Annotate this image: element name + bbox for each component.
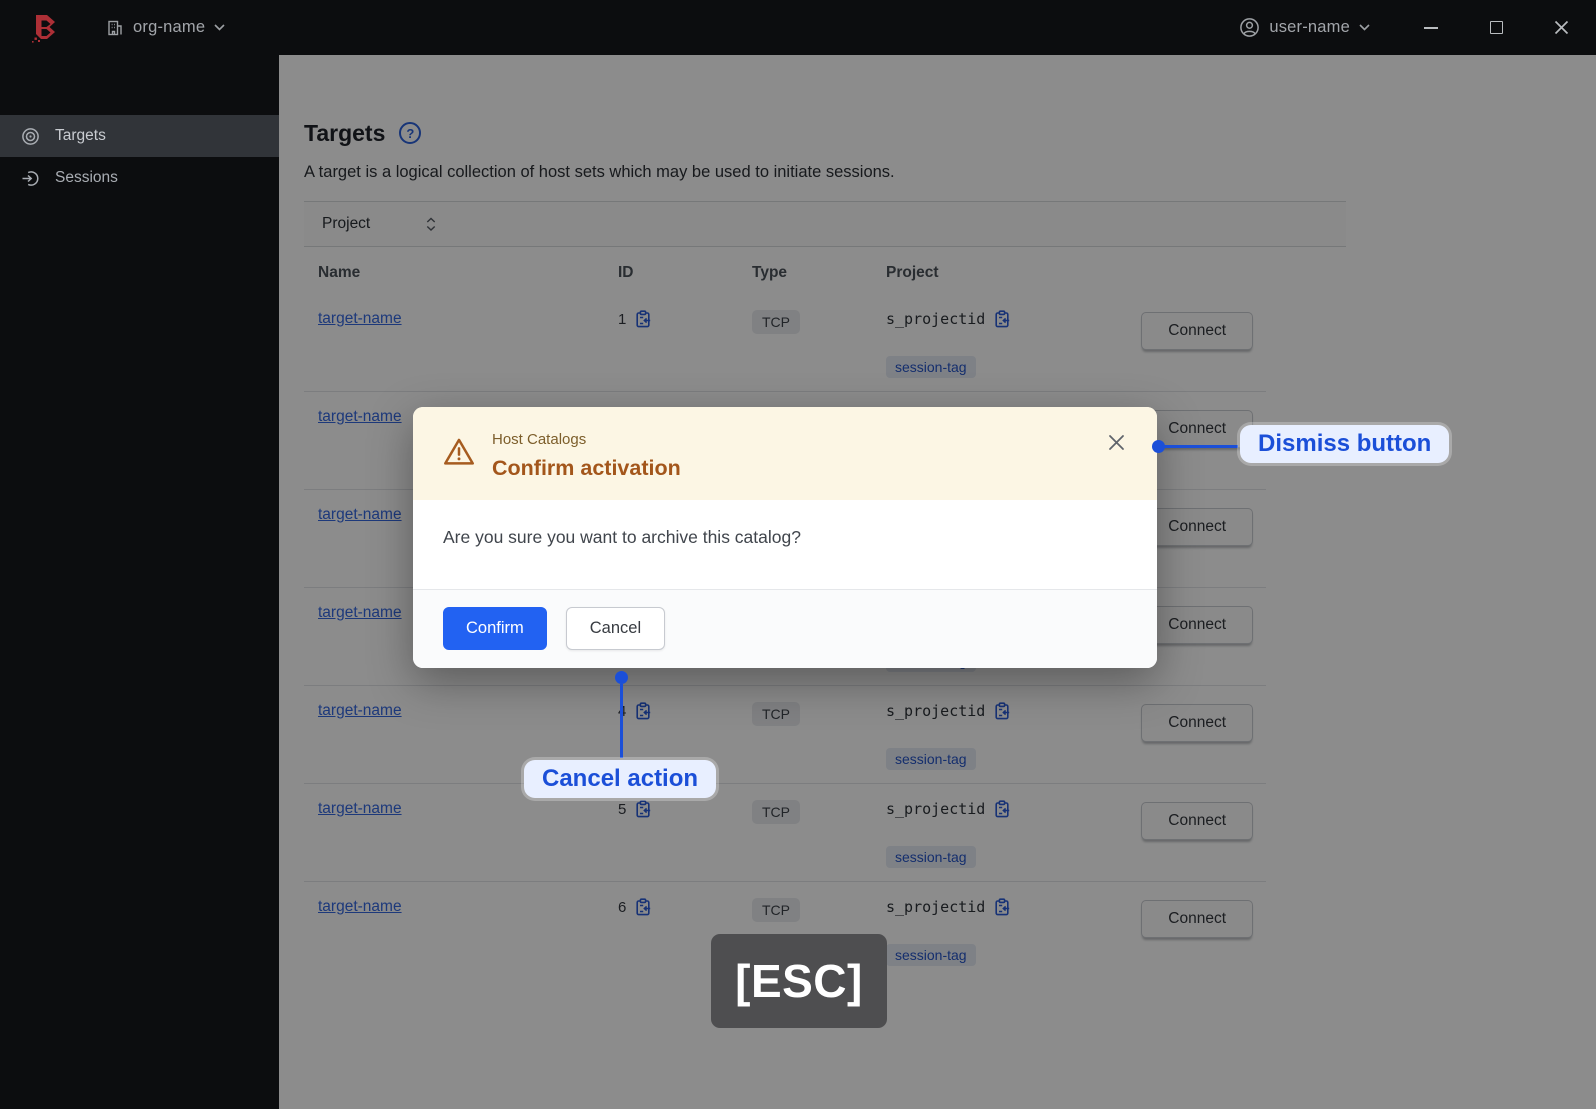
- maximize-button[interactable]: [1487, 19, 1505, 37]
- warning-icon: [443, 437, 475, 481]
- sidebar-item-targets[interactable]: Targets: [0, 115, 279, 157]
- sidebar-item-label: Sessions: [55, 169, 118, 186]
- sidebar-item-sessions[interactable]: Sessions: [0, 157, 279, 199]
- dialog-footer: Confirm Cancel: [413, 589, 1157, 668]
- esc-key-indicator: [ESC]: [711, 934, 887, 1028]
- avatar-icon: [1239, 17, 1260, 38]
- sidebar-item-label: Targets: [55, 127, 106, 144]
- cancel-annotation-label: Cancel action: [524, 760, 717, 798]
- confirm-dialog: Host Catalogs Confirm activation Are you…: [413, 407, 1157, 668]
- dialog-title: Confirm activation: [492, 456, 681, 480]
- org-switcher[interactable]: org-name: [106, 18, 225, 37]
- sidebar: Targets Sessions: [0, 55, 279, 1109]
- dialog-header: Host Catalogs Confirm activation: [413, 407, 1157, 500]
- chevron-down-icon: [1359, 24, 1370, 31]
- dismiss-annotation-line: [1163, 445, 1238, 448]
- user-menu[interactable]: user-name: [1239, 17, 1370, 38]
- confirm-button[interactable]: Confirm: [443, 607, 547, 650]
- minimize-button[interactable]: [1422, 19, 1440, 37]
- dismiss-button[interactable]: [1105, 431, 1127, 453]
- sessions-icon: [21, 169, 40, 188]
- cancel-annotation-line: [620, 684, 623, 758]
- dialog-context: Host Catalogs: [492, 431, 587, 448]
- cancel-button[interactable]: Cancel: [565, 607, 666, 650]
- user-name-label: user-name: [1269, 18, 1350, 36]
- target-icon: [21, 127, 40, 146]
- boundary-logo-icon[interactable]: [30, 13, 60, 43]
- topbar: org-name user-name: [0, 0, 1596, 55]
- chevron-down-icon: [214, 24, 225, 31]
- org-icon: [106, 19, 124, 37]
- cancel-annotation-dot: [615, 671, 628, 684]
- dialog-message: Are you sure you want to archive this ca…: [443, 527, 801, 547]
- dismiss-annotation-label: Dismiss button: [1240, 425, 1450, 463]
- org-name-label: org-name: [133, 18, 206, 36]
- close-window-button[interactable]: [1552, 19, 1570, 37]
